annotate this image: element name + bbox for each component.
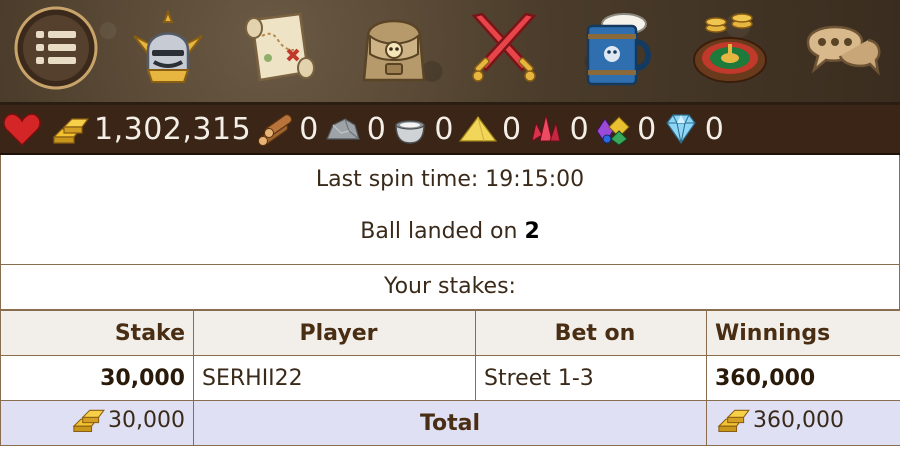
knight-button[interactable] bbox=[126, 6, 210, 90]
iron-amount: 0 bbox=[434, 111, 454, 147]
stakes-table: Stake Player Bet on Winnings 30,000 SERH… bbox=[0, 310, 900, 446]
tavern-button[interactable] bbox=[576, 6, 660, 90]
total-stake-amount: 30,000 bbox=[108, 407, 185, 433]
winnings-cell: 360,000 bbox=[706, 355, 900, 401]
gold-bars-icon bbox=[72, 409, 105, 432]
stone-amount: 0 bbox=[366, 111, 387, 147]
total-stake-cell: 30,000 bbox=[0, 400, 194, 446]
sand-resource: 0 bbox=[458, 104, 526, 154]
iron-resource: 0 bbox=[390, 104, 458, 154]
ball-landed-line: Ball landed on 2 bbox=[1, 211, 899, 244]
stakes-table-header: Stake Player Bet on Winnings bbox=[0, 310, 900, 356]
battle-button[interactable] bbox=[462, 6, 546, 90]
gems-amount: 0 bbox=[637, 111, 657, 147]
total-winnings-cell: 360,000 bbox=[706, 400, 900, 446]
player-cell[interactable]: SERHII22 bbox=[193, 355, 476, 401]
treasure-map-icon bbox=[245, 12, 315, 82]
heart-icon bbox=[3, 113, 41, 147]
total-stake-value: 30,000 bbox=[70, 405, 185, 435]
crossed-swords-icon bbox=[471, 12, 537, 82]
chat-bubble-icon bbox=[806, 25, 881, 76]
total-winnings-amount: 360,000 bbox=[753, 407, 844, 433]
wood-logs-icon bbox=[258, 114, 293, 146]
ball-number: 2 bbox=[524, 219, 540, 244]
ball-landed-label: Ball landed on bbox=[360, 219, 525, 244]
stone-icon bbox=[325, 118, 360, 140]
gems-resource: 0 bbox=[593, 104, 661, 154]
diamond-amount: 0 bbox=[704, 111, 725, 147]
total-winnings-value: 360,000 bbox=[715, 405, 844, 435]
gold-resource: 1,302,315 bbox=[50, 104, 255, 154]
knight-helmet-icon bbox=[133, 9, 203, 83]
cauldron-icon bbox=[395, 120, 426, 144]
gold-bars-icon bbox=[717, 409, 750, 432]
stake-cell: 30,000 bbox=[0, 355, 194, 401]
resource-bar: 1,302,315 0 0 0 0 0 0 0 bbox=[0, 105, 900, 155]
last-spin-line: Last spin time: 19:15:00 bbox=[1, 155, 899, 211]
table-row: 30,000 SERHII22 Street 1-3 360,000 bbox=[0, 355, 900, 401]
backpack-button[interactable] bbox=[352, 6, 436, 90]
red-crystal-icon bbox=[530, 114, 561, 143]
last-spin-label: Last spin time: bbox=[315, 167, 486, 192]
crystal-amount: 0 bbox=[569, 111, 590, 147]
roulette-results: Last spin time: 19:15:00 Ball landed on … bbox=[0, 155, 900, 446]
beer-mug-icon bbox=[586, 13, 651, 86]
top-navigation-bar bbox=[0, 0, 900, 105]
spin-info-box: Last spin time: 19:15:00 Ball landed on … bbox=[0, 155, 900, 265]
diamond-resource: 0 bbox=[661, 104, 729, 154]
last-spin-time: 19:15:00 bbox=[485, 167, 585, 192]
stone-resource: 0 bbox=[323, 104, 391, 154]
health-resource bbox=[2, 104, 42, 154]
column-header-stake: Stake bbox=[0, 310, 194, 356]
roulette-icon bbox=[693, 13, 767, 83]
column-header-player: Player bbox=[193, 310, 476, 356]
wood-resource: 0 bbox=[255, 104, 323, 154]
wood-amount: 0 bbox=[299, 111, 319, 147]
backpack-icon bbox=[362, 19, 426, 82]
menu-button[interactable] bbox=[14, 6, 98, 90]
roulette-button[interactable] bbox=[688, 6, 772, 90]
sand-amount: 0 bbox=[501, 111, 522, 147]
menu-icon bbox=[14, 6, 98, 90]
total-label: Total bbox=[193, 400, 707, 446]
gem-pile-icon bbox=[596, 116, 630, 146]
bet-on-cell: Street 1-3 bbox=[475, 355, 707, 401]
sand-pile-icon bbox=[458, 116, 498, 142]
your-stakes-header: Your stakes: bbox=[0, 265, 900, 310]
gold-bars-icon bbox=[52, 118, 90, 144]
gold-amount: 1,302,315 bbox=[94, 111, 252, 147]
chat-button[interactable] bbox=[800, 6, 884, 90]
crystal-resource: 0 bbox=[526, 104, 594, 154]
diamond-icon bbox=[666, 114, 696, 145]
map-button[interactable] bbox=[238, 6, 322, 90]
column-header-bet-on: Bet on bbox=[475, 310, 707, 356]
total-row: 30,000 Total 360,000 bbox=[0, 400, 900, 446]
column-header-winnings: Winnings bbox=[706, 310, 900, 356]
